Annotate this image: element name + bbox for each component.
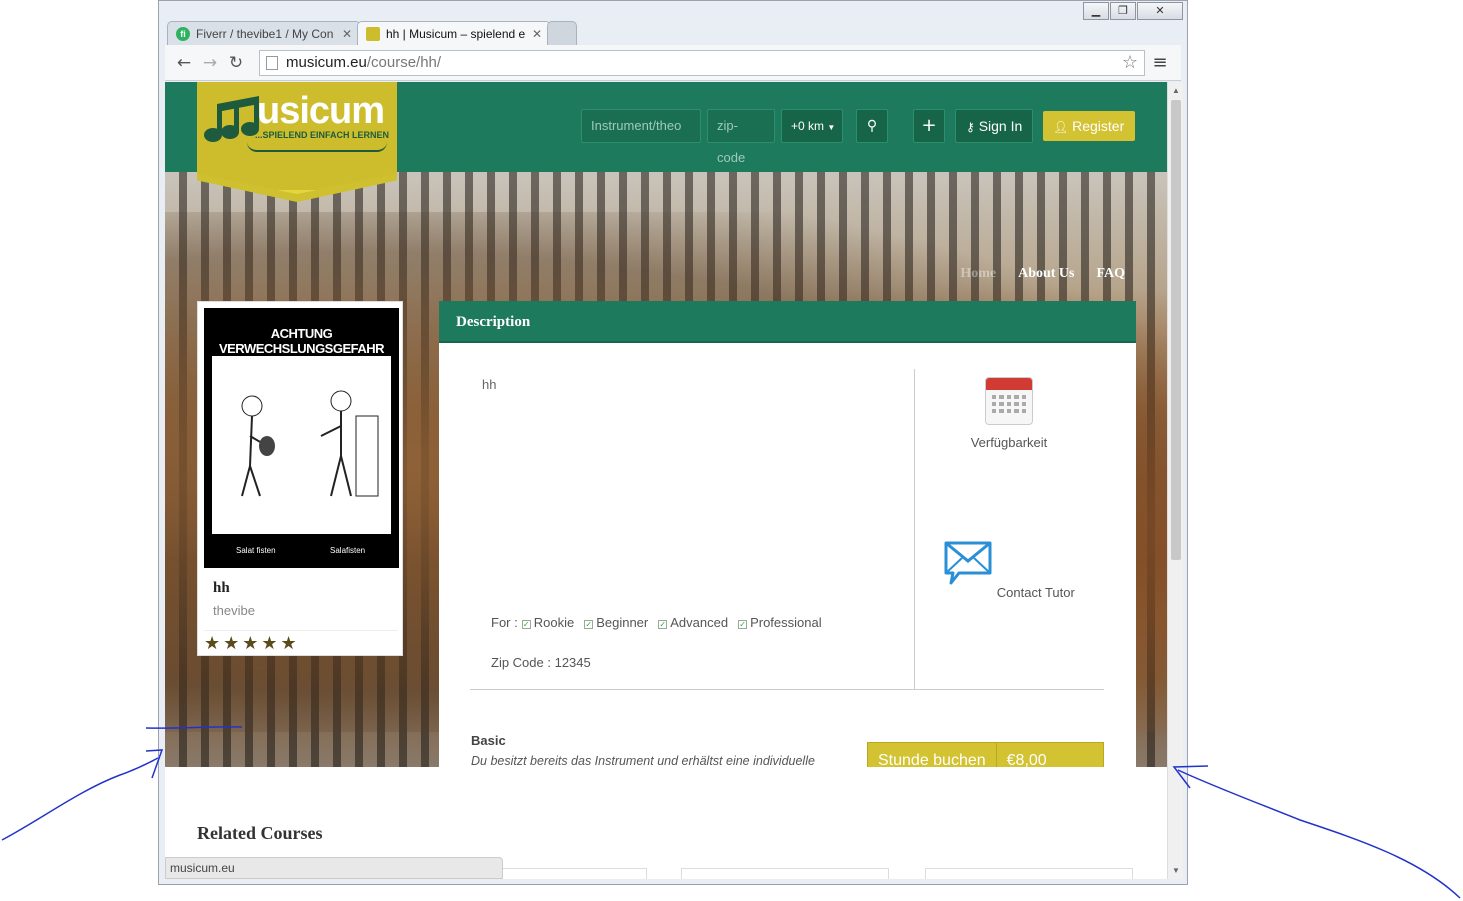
price: €8,00 — [1006, 752, 1047, 767]
related-courses-title: Related Courses — [197, 823, 323, 843]
site-header: usicum ...SPIELEND EINFACH LERNEN Instru… — [165, 82, 1167, 202]
browser-window: ▁ ❐ ✕ fi Fiverr / thevibe1 / My Con ✕ hh… — [158, 0, 1188, 885]
search-button[interactable]: ⚲ — [856, 109, 888, 143]
sign-in-label: Sign In — [978, 118, 1023, 134]
add-button[interactable]: + — [913, 109, 945, 143]
cartoon-panel-right — [301, 356, 391, 534]
sign-in-button[interactable]: ⚷ Sign In — [955, 109, 1033, 143]
close-tab-icon[interactable]: ✕ — [342, 27, 352, 41]
plan-title: Basic — [471, 733, 506, 748]
back-icon[interactable]: ← — [171, 53, 197, 73]
logo-brand: usicum — [257, 90, 385, 132]
scroll-thumb[interactable] — [1171, 100, 1181, 560]
level-beginner: ✓ Beginner — [584, 615, 649, 630]
check-icon: ✓ — [584, 620, 594, 629]
availability-button[interactable]: Verfügbarkeit — [939, 377, 1079, 450]
tab-title: Fiverr / thevibe1 / My Con — [196, 26, 334, 41]
musicum-logo[interactable]: usicum ...SPIELEND EINFACH LERNEN — [197, 82, 397, 202]
window-controls: ▁ ❐ ✕ — [1083, 2, 1183, 20]
book-lesson-button[interactable]: Stunde buchen €8,00 — [867, 742, 1104, 767]
maximize-button[interactable]: ❐ — [1110, 2, 1136, 20]
distance-select[interactable]: +0 km ▼ — [781, 109, 843, 143]
logo-tagline: ...SPIELEND EINFACH LERNEN — [255, 130, 390, 140]
url-path: /course/hh/ — [366, 54, 442, 71]
tab-strip: fi Fiverr / thevibe1 / My Con ✕ hh | Mus… — [167, 21, 577, 45]
search-icon: ⚲ — [866, 118, 878, 134]
rating-stars: ★★★★★ — [204, 630, 398, 654]
scroll-up-icon[interactable]: ▲ — [1168, 86, 1184, 95]
caption-right: Salafisten — [330, 546, 366, 555]
register-button[interactable]: 👤︎ Register — [1043, 111, 1135, 141]
instrument-search-input[interactable]: Instrument/theo — [581, 109, 701, 143]
logo-swoosh — [247, 142, 387, 152]
vertical-divider — [914, 369, 915, 689]
fiverr-favicon-icon: fi — [176, 26, 190, 41]
contact-tutor-label: Contact Tutor — [996, 585, 1075, 600]
zip-code: Zip Code : 12345 — [491, 655, 591, 670]
course-card[interactable]: ACHTUNG VERWECHSLUNGSGEFAHR Salat fisten… — [197, 301, 403, 656]
close-tab-icon[interactable]: ✕ — [532, 27, 542, 41]
reload-icon[interactable]: ↻ — [223, 53, 249, 73]
url-host: musicum.eu — [286, 54, 367, 71]
page-scrollbar[interactable]: ▲ ▼ — [1167, 82, 1183, 879]
zip-code-input[interactable]: zip-code — [707, 109, 775, 165]
scroll-down-icon[interactable]: ▼ — [1168, 866, 1184, 875]
browser-menu-icon[interactable]: ≡ — [1145, 52, 1175, 73]
page-icon — [266, 55, 278, 70]
tab-musicum[interactable]: hh | Musicum – spielend e ✕ — [357, 21, 551, 45]
close-window-button[interactable]: ✕ — [1137, 2, 1183, 20]
course-image-title: ACHTUNG VERWECHSLUNGSGEFAHR — [218, 326, 385, 356]
check-icon: ✓ — [738, 620, 748, 629]
course-image: ACHTUNG VERWECHSLUNGSGEFAHR Salat fisten… — [204, 308, 399, 568]
envelope-icon — [944, 541, 992, 585]
plan-description: Du besitzt bereits das Instrument und er… — [471, 754, 815, 767]
description-panel: Description hh Verfügbarkeit Contact Tut… — [439, 301, 1136, 767]
register-label: Register — [1072, 118, 1125, 134]
nav-home[interactable]: Home — [960, 266, 996, 282]
nav-faq[interactable]: FAQ — [1096, 266, 1125, 282]
description-text: hh — [482, 377, 497, 392]
tab-title: hh | Musicum – spielend e — [386, 26, 526, 41]
level-list: For : ✓ Rookie ✓ Beginner ✓ Advanced ✓ Profe… — [491, 615, 822, 630]
minimize-button[interactable]: ▁ — [1083, 2, 1109, 20]
related-course-card[interactable] — [925, 868, 1133, 879]
status-bar-url: musicum.eu — [165, 857, 503, 879]
book-label: Stunde buchen — [868, 743, 997, 767]
forward-icon[interactable]: → — [197, 53, 223, 73]
distance-value: +0 km — [791, 119, 825, 133]
nav-about-us[interactable]: About Us — [1018, 266, 1074, 282]
new-tab-button[interactable] — [547, 21, 577, 45]
level-advanced: ✓ Advanced — [658, 615, 729, 630]
level-professional: ✓ Professional — [738, 615, 822, 630]
horizontal-divider — [470, 689, 1104, 690]
related-course-card[interactable] — [681, 868, 889, 879]
key-icon: ⚷ — [966, 120, 975, 134]
hero-background: Home About Us FAQ ACHTUNG VERWECHSLUNGSG… — [165, 172, 1167, 767]
bookmark-star-icon[interactable]: ☆ — [1122, 52, 1138, 73]
check-icon: ✓ — [521, 620, 531, 629]
contact-tutor-button[interactable]: Contact Tutor — [939, 537, 1079, 600]
page-viewport: usicum ...SPIELEND EINFACH LERNEN Instru… — [165, 82, 1167, 879]
availability-label: Verfügbarkeit — [970, 435, 1048, 450]
sub-navigation: Home About Us FAQ — [960, 266, 1125, 282]
address-bar[interactable]: musicum.eu/course/hh/ ☆ — [259, 49, 1145, 76]
for-label: For : — [491, 615, 518, 630]
browser-toolbar: ← → ↻ musicum.eu/course/hh/ ☆ ≡ — [165, 45, 1181, 81]
tab-fiverr[interactable]: fi Fiverr / thevibe1 / My Con ✕ — [167, 21, 361, 45]
caption-left: Salat fisten — [236, 546, 276, 555]
cartoon-panel-left — [212, 356, 302, 534]
calendar-icon — [985, 377, 1033, 425]
plus-icon: + — [921, 115, 937, 136]
level-rookie: ✓ Rookie — [521, 615, 575, 630]
check-icon: ✓ — [658, 620, 668, 629]
description-heading: Description — [439, 301, 1136, 343]
tutor-name[interactable]: thevibe — [213, 603, 255, 618]
user-icon: 👤︎ — [1053, 120, 1069, 134]
musicum-favicon-icon — [366, 26, 380, 41]
course-name[interactable]: hh — [213, 580, 230, 597]
